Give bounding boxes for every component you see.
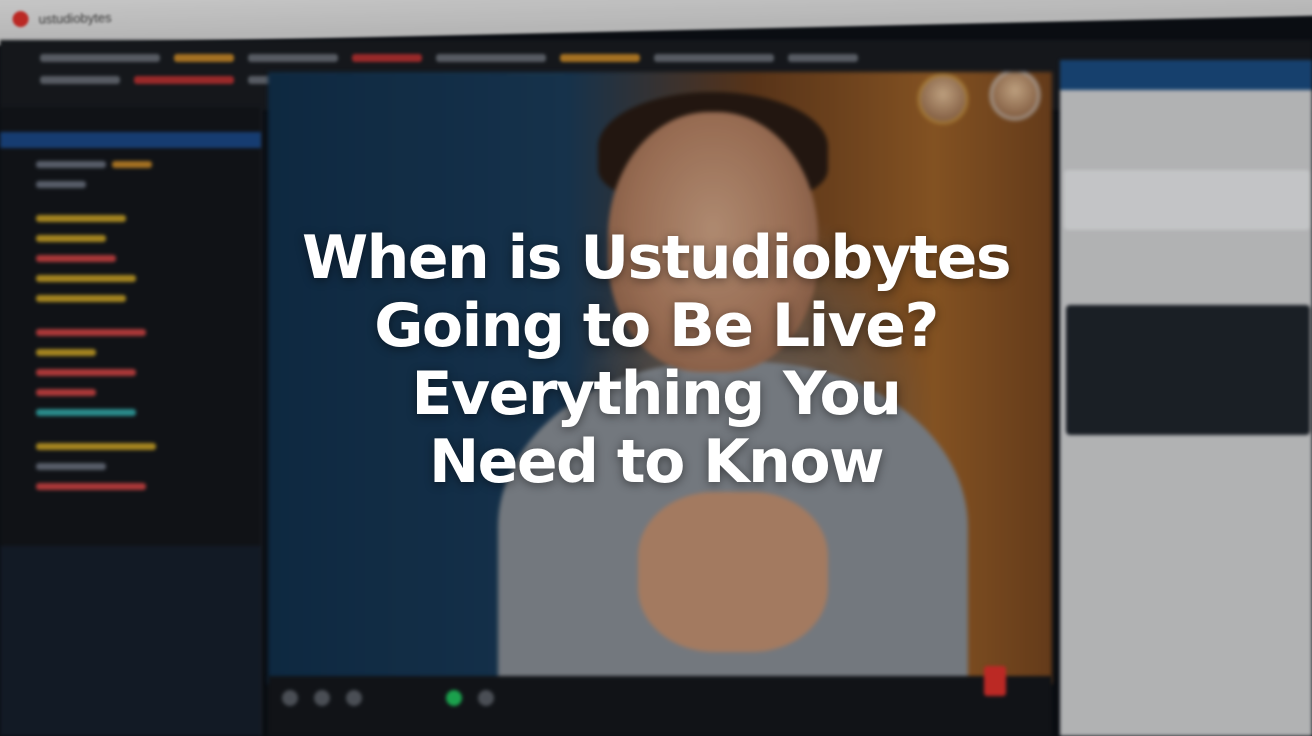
headline-line-3: Everything You: [411, 359, 902, 429]
headline-title: When is Ustudiobytes Going to Be Live? E…: [206, 224, 1106, 496]
headline-line-1: When is Ustudiobytes: [301, 223, 1012, 293]
headline-line-2: Going to Be Live?: [374, 291, 939, 361]
headline-line-4: Need to Know: [428, 427, 885, 497]
